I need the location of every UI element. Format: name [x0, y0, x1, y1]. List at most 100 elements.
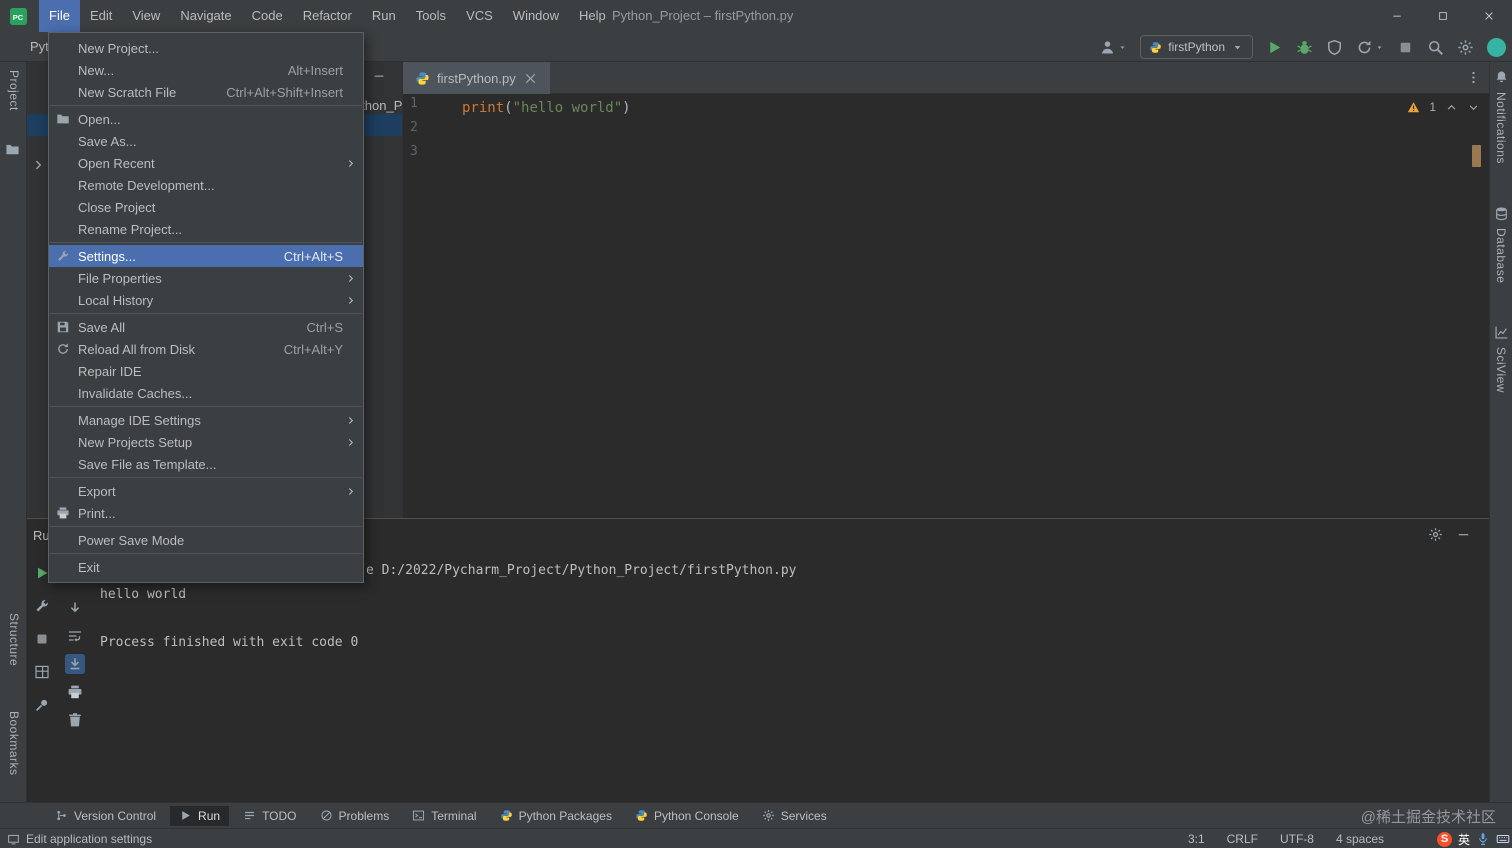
bell-icon[interactable]	[1494, 70, 1509, 85]
menu-item-print[interactable]: Print...	[49, 502, 363, 524]
toolwindow-button-services[interactable]: Services	[753, 806, 836, 826]
menubar-view[interactable]: View	[122, 0, 170, 32]
status-segment-4-spaces[interactable]: 4 spaces	[1336, 832, 1384, 846]
toolwindow-button-version-control[interactable]: Version Control	[46, 806, 165, 826]
menu-item-settings[interactable]: Settings... Ctrl+Alt+S	[49, 245, 363, 267]
menu-item-rename-project[interactable]: Rename Project...	[49, 218, 363, 240]
microphone-icon[interactable]	[1476, 832, 1490, 846]
database-icon[interactable]	[1494, 206, 1509, 221]
folder-icon[interactable]	[5, 142, 20, 157]
toolwindow-stripe-database[interactable]: Database	[1494, 228, 1508, 283]
code-with-me-group[interactable]	[1099, 39, 1127, 56]
menu-item-new-project[interactable]: New Project...	[49, 37, 363, 59]
menu-item-save-file-as-template[interactable]: Save File as Template...	[49, 453, 363, 475]
coverage-button[interactable]	[1326, 39, 1343, 56]
chevron-down-icon[interactable]	[1467, 101, 1480, 114]
menu-item-open[interactable]: Open...	[49, 108, 363, 130]
toolwindow-button-todo[interactable]: TODO	[234, 806, 305, 826]
gear-icon[interactable]	[1428, 527, 1443, 542]
stop-button[interactable]	[1397, 39, 1414, 56]
chevron-down-icon[interactable]	[1118, 43, 1127, 52]
more-options-icon[interactable]	[1466, 70, 1481, 85]
menu-item-remote-development[interactable]: Remote Development...	[49, 174, 363, 196]
chevron-right-icon[interactable]	[31, 158, 45, 172]
menu-item-save-all[interactable]: Save All Ctrl+S	[49, 316, 363, 338]
menu-item-new-scratch-file[interactable]: New Scratch File Ctrl+Alt+Shift+Insert	[49, 81, 363, 103]
minimize-window-button[interactable]	[1374, 0, 1420, 32]
toolwindow-stripe-notifications[interactable]: Notifications	[1494, 92, 1508, 164]
sciview-icon[interactable]	[1494, 325, 1509, 340]
menu-item-close-project[interactable]: Close Project	[49, 196, 363, 218]
menubar-edit[interactable]: Edit	[80, 0, 122, 32]
hide-panel-icon[interactable]	[1456, 527, 1471, 542]
menu-item-new[interactable]: New... Alt+Insert	[49, 59, 363, 81]
menu-item-export[interactable]: Export	[49, 480, 363, 502]
profiler-icon[interactable]	[1356, 39, 1373, 56]
toolwindow-button-problems[interactable]: Problems	[311, 806, 399, 826]
debug-button[interactable]	[1296, 39, 1313, 56]
chevron-up-icon[interactable]	[1445, 101, 1458, 114]
menu-item-save-as[interactable]: Save As...	[49, 130, 363, 152]
tab-firstpython[interactable]: firstPython.py	[403, 62, 550, 94]
scroll-to-end-button[interactable]	[65, 654, 85, 674]
inspections-widget[interactable]: 1	[1407, 100, 1480, 114]
status-segment-3-1[interactable]: 3:1	[1188, 832, 1205, 846]
pin-tab-button[interactable]	[32, 695, 52, 715]
soft-wrap-button[interactable]	[65, 626, 85, 646]
profiler-group[interactable]	[1356, 39, 1384, 56]
keyboard-icon[interactable]	[1496, 832, 1510, 846]
sogou-logo-icon[interactable]: S	[1436, 831, 1452, 847]
menu-item-local-history[interactable]: Local History	[49, 289, 363, 311]
settings-gear-button[interactable]	[1457, 39, 1474, 56]
menu-item-reload-all-from-disk[interactable]: Reload All from Disk Ctrl+Alt+Y	[49, 338, 363, 360]
edit-configuration-button[interactable]	[32, 596, 52, 616]
print-console-button[interactable]	[65, 682, 85, 702]
maximize-window-button[interactable]	[1420, 0, 1466, 32]
menubar-help[interactable]: Help	[569, 0, 616, 32]
avatar[interactable]	[1487, 37, 1506, 57]
toolwindow-stripe-sciview[interactable]: SciView	[1494, 347, 1508, 393]
down-the-stack-trace-button[interactable]	[65, 598, 85, 618]
toolwindow-button-label: Problems	[338, 808, 390, 823]
stop-button[interactable]	[32, 629, 52, 649]
close-window-button[interactable]	[1466, 0, 1512, 32]
status-segment-crlf[interactable]: CRLF	[1227, 832, 1258, 846]
toolwindow-button-run[interactable]: Run	[170, 805, 230, 826]
hide-panel-icon[interactable]	[372, 69, 386, 83]
toolwindow-stripe-project[interactable]: Project	[7, 70, 21, 111]
menubar-run[interactable]: Run	[362, 0, 406, 32]
menubar-navigate[interactable]: Navigate	[170, 0, 241, 32]
menubar-file[interactable]: File	[39, 0, 80, 32]
toolwindow-stripe-bookmarks[interactable]: Bookmarks	[7, 711, 21, 776]
code-area[interactable]: print("hello world")	[462, 96, 631, 120]
close-tab-icon[interactable]	[523, 71, 538, 86]
toolwindow-stripe-structure[interactable]: Structure	[7, 613, 21, 666]
menu-item-new-projects-setup[interactable]: New Projects Setup	[49, 431, 363, 453]
run-button[interactable]	[1266, 39, 1283, 56]
menu-item-file-properties[interactable]: File Properties	[49, 267, 363, 289]
toolwindow-button-python-packages[interactable]: Python Packages	[491, 806, 621, 826]
menu-item-open-recent[interactable]: Open Recent	[49, 152, 363, 174]
restore-layout-button[interactable]	[32, 662, 52, 682]
menu-item-repair-ide[interactable]: Repair IDE	[49, 360, 363, 382]
menubar-tools[interactable]: Tools	[406, 0, 456, 32]
toolwindow-button-python-console[interactable]: Python Console	[626, 806, 748, 826]
ime-language-label[interactable]: 英	[1458, 831, 1470, 848]
menu-item-manage-ide-settings[interactable]: Manage IDE Settings	[49, 409, 363, 431]
users-icon[interactable]	[1099, 39, 1116, 56]
menubar-refactor[interactable]: Refactor	[293, 0, 362, 32]
chevron-down-icon[interactable]	[1375, 43, 1384, 52]
menu-item-power-save-mode[interactable]: Power Save Mode	[49, 529, 363, 551]
editor-body[interactable]: 1 2 3 print("hello world") 1	[403, 94, 1489, 517]
toolwindow-button-terminal[interactable]: Terminal	[403, 806, 485, 826]
status-segment-utf-8[interactable]: UTF-8	[1280, 832, 1314, 846]
menubar-vcs[interactable]: VCS	[456, 0, 503, 32]
scrollbar-marker[interactable]	[1472, 145, 1481, 167]
menu-item-invalidate-caches[interactable]: Invalidate Caches...	[49, 382, 363, 404]
menubar-code[interactable]: Code	[242, 0, 293, 32]
search-everywhere-button[interactable]	[1427, 39, 1444, 56]
clear-all-button[interactable]	[65, 710, 85, 730]
menubar-window[interactable]: Window	[503, 0, 569, 32]
menu-item-exit[interactable]: Exit	[49, 556, 363, 578]
run-configuration-select[interactable]: firstPython	[1140, 35, 1253, 59]
